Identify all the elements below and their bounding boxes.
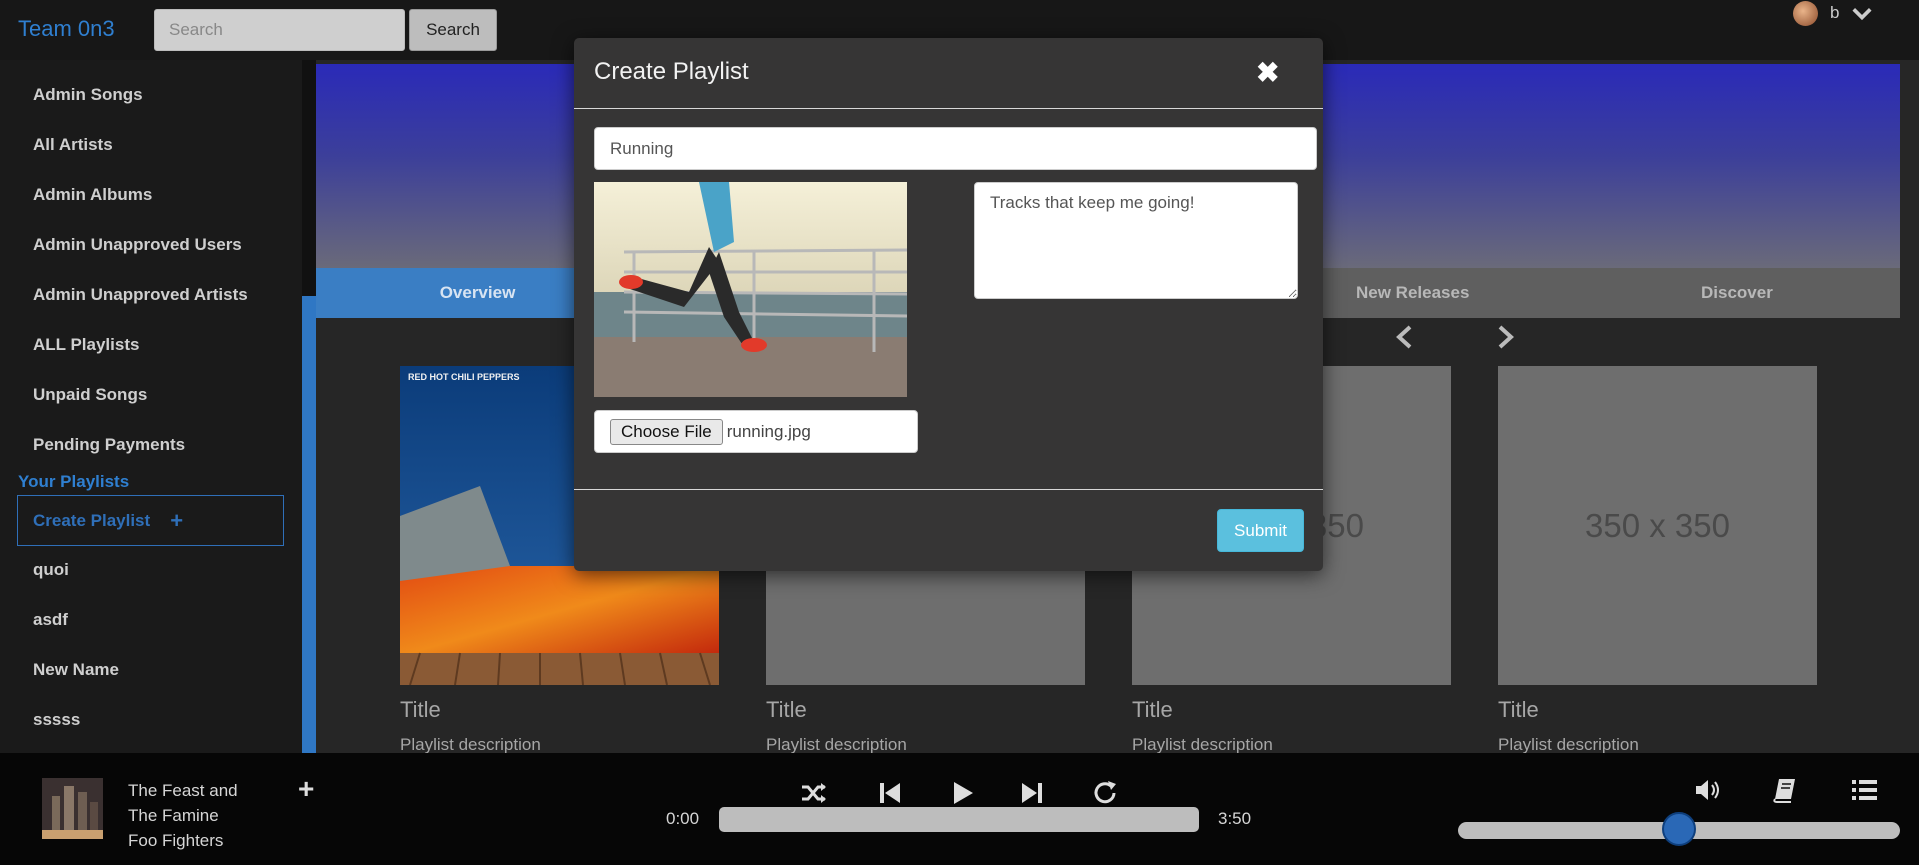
- play-icon[interactable]: [947, 778, 977, 808]
- close-icon[interactable]: ✖: [1256, 56, 1279, 89]
- cover-image-preview: [594, 182, 907, 397]
- player-bar: The Feast and The Famine Foo Fighters + …: [0, 753, 1919, 865]
- create-playlist-label: Create Playlist: [33, 510, 151, 530]
- modal-divider: [574, 489, 1323, 490]
- album-cover-text: RED HOT CHILI PEPPERS: [408, 372, 520, 382]
- sidebar-playlist-sssss[interactable]: sssss: [33, 710, 80, 730]
- sidebar: Admin Songs All Artists Admin Albums Adm…: [0, 60, 302, 753]
- submit-button[interactable]: Submit: [1217, 509, 1304, 552]
- playlist-description-textarea[interactable]: Tracks that keep me going!: [974, 182, 1298, 299]
- card-title[interactable]: Title: [1132, 697, 1451, 723]
- song-title-line1: The Feast and: [128, 781, 238, 800]
- sidebar-playlist-asdf[interactable]: asdf: [33, 610, 68, 630]
- duration: 3:50: [1218, 809, 1252, 828]
- chevron-left-icon[interactable]: [1394, 324, 1414, 350]
- file-upload-field[interactable]: Choose File running.jpg: [594, 410, 918, 453]
- plus-icon: +: [170, 507, 184, 533]
- sidebar-item-admin-unapproved-artists[interactable]: Admin Unapproved Artists: [33, 285, 248, 305]
- now-playing-cover[interactable]: [42, 778, 103, 839]
- artist-name: Foo Fighters: [128, 831, 224, 850]
- card-image-placeholder[interactable]: 350 x 350: [1498, 366, 1817, 685]
- sidebar-item-admin-albums[interactable]: Admin Albums: [33, 185, 152, 205]
- sidebar-playlist-new-name[interactable]: New Name: [33, 660, 119, 680]
- song-title-line2: The Famine: [128, 806, 219, 825]
- card-title[interactable]: Title: [1498, 697, 1817, 723]
- create-playlist-button[interactable]: Create Playlist +: [17, 495, 284, 546]
- card-description: Playlist description: [766, 735, 907, 754]
- volume-slider-knob[interactable]: [1662, 812, 1696, 846]
- tab-new-releases[interactable]: New Releases: [1356, 268, 1469, 318]
- now-playing-info: The Feast and The Famine Foo Fighters: [128, 778, 238, 853]
- modal-divider: [574, 108, 1323, 109]
- sidebar-item-unpaid-songs[interactable]: Unpaid Songs: [33, 385, 147, 405]
- user-name: b: [1830, 3, 1840, 22]
- skip-forward-icon[interactable]: [1017, 778, 1047, 808]
- add-to-playlist-plus-icon[interactable]: +: [298, 773, 314, 805]
- playlist-name-input[interactable]: [594, 127, 1317, 170]
- sidebar-item-admin-songs[interactable]: Admin Songs: [33, 85, 143, 105]
- shuffle-icon[interactable]: [799, 778, 829, 808]
- card-description: Playlist description: [1132, 735, 1273, 754]
- tab-discover[interactable]: Discover: [1701, 268, 1773, 318]
- sidebar-item-pending-payments[interactable]: Pending Payments: [33, 435, 185, 455]
- progress-bar[interactable]: [719, 807, 1199, 832]
- repeat-icon[interactable]: [1090, 778, 1120, 808]
- avatar[interactable]: [1793, 0, 1818, 26]
- sidebar-accent-bar: [302, 296, 316, 753]
- card-description: Playlist description: [1498, 735, 1639, 754]
- playlist-card[interactable]: 350 x 350 Title Playlist description: [1498, 366, 1817, 755]
- lyrics-book-icon[interactable]: [1770, 775, 1800, 805]
- skip-back-icon[interactable]: [875, 778, 905, 808]
- brand-logo[interactable]: Team 0n3: [18, 16, 115, 42]
- modal-title: Create Playlist: [594, 58, 749, 85]
- search-button[interactable]: Search: [409, 9, 497, 51]
- choose-file-button[interactable]: Choose File: [610, 418, 723, 445]
- card-title[interactable]: Title: [766, 697, 1085, 723]
- card-title[interactable]: Title: [400, 697, 719, 723]
- user-menu[interactable]: b: [1793, 0, 1873, 26]
- queue-list-icon[interactable]: [1849, 775, 1879, 805]
- search-input[interactable]: [154, 9, 405, 51]
- current-time: 0:00: [666, 809, 700, 828]
- chevron-right-icon[interactable]: [1496, 324, 1516, 350]
- card-description: Playlist description: [400, 735, 541, 754]
- file-name-label: running.jpg: [726, 421, 811, 441]
- sidebar-item-all-playlists[interactable]: ALL Playlists: [33, 335, 139, 355]
- volume-icon[interactable]: [1692, 775, 1722, 805]
- your-playlists-heading: Your Playlists: [18, 472, 130, 491]
- sidebar-playlist-quoi[interactable]: quoi: [33, 560, 69, 580]
- sidebar-item-all-artists[interactable]: All Artists: [33, 135, 113, 155]
- chevron-down-icon[interactable]: [1851, 2, 1873, 24]
- sidebar-item-admin-unapproved-users[interactable]: Admin Unapproved Users: [33, 235, 242, 255]
- create-playlist-modal: Create Playlist ✖ Running Tracks that ke…: [574, 38, 1323, 571]
